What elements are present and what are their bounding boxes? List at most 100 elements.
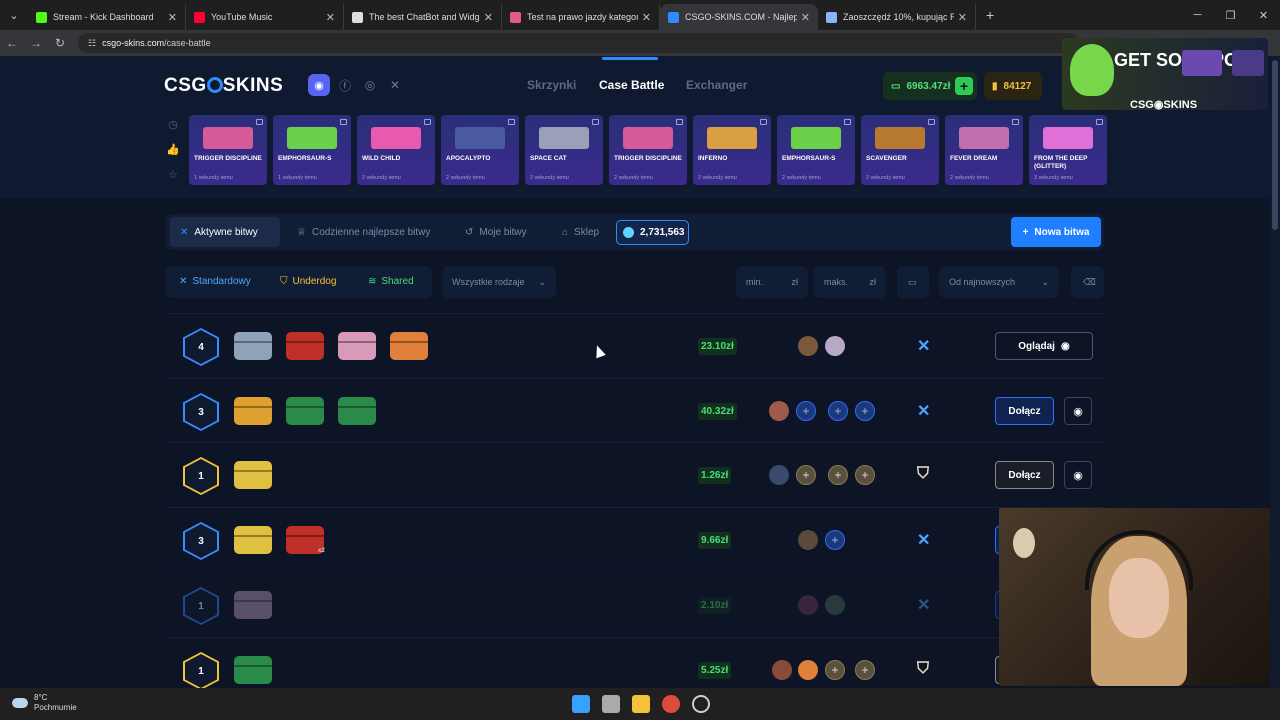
tab-shop[interactable]: ⌂ Sklep [562,221,599,243]
star-icon[interactable]: ☆ [168,168,178,181]
battle-row[interactable]: 3x29.66zł+✕Dołącz◉ [166,507,1104,571]
battle-row[interactable]: 3 40.32zł + + + ✕ Dołącz ◉ [166,378,1104,442]
mode-shared[interactable]: ≋ Shared [368,276,414,287]
mode-standard[interactable]: ✕ Standardowy [179,276,251,287]
browser-tab[interactable]: Stream - Kick Dashboard ✕ [28,4,186,30]
close-tab-icon[interactable]: ✕ [484,11,493,24]
join-slot-icon[interactable]: + [828,401,848,421]
live-drop-card[interactable]: TRIGGER DISCIPLINE 2 sekundy temu [609,115,687,185]
close-tab-icon[interactable]: ✕ [326,11,335,24]
minimize-icon[interactable]: ─ [1181,9,1214,21]
live-drop-card[interactable]: FEVER DREAM 2 sekundy temu [945,115,1023,185]
sort-select[interactable]: Od najnowszych ⌄ [939,266,1059,298]
live-drop-card[interactable]: TRIGGER DISCIPLINE 1 sekundy temu [189,115,267,185]
close-tab-icon[interactable]: ✕ [168,11,177,24]
calendar-filter-button[interactable]: ▭ [897,266,929,298]
browser-tab[interactable]: Test na prawo jazdy kategorii B ✕ [502,4,660,30]
tab-my-battles[interactable]: ↺ Moje bitwy [465,221,527,243]
site-logo[interactable]: CSG SKINS [164,75,283,97]
player-avatar[interactable] [825,595,845,615]
battle-row[interactable]: 1 1.26zł + + + ⛉ Dołącz ◉ [166,442,1104,506]
facebook-icon[interactable]: ⓕ [338,74,352,96]
windows-start-icon[interactable] [572,695,590,713]
new-tab-button[interactable]: + [986,7,994,23]
watch-button[interactable]: Oglądaj ◉ [995,332,1093,360]
join-slot-icon[interactable]: + [855,401,875,421]
live-drop-card[interactable]: SCAVENGER 2 sekundy temu [861,115,939,185]
join-slot-icon[interactable]: + [796,401,816,421]
discord-icon[interactable]: ◉ [308,74,330,96]
player-avatar[interactable] [798,660,818,680]
case-type-select[interactable]: Wszystkie rodzaje ⌄ [442,266,556,298]
tab-search-icon[interactable]: ⌄ [0,0,28,30]
join-slot-icon[interactable]: + [855,660,875,680]
join-button[interactable]: Dołącz [995,397,1054,425]
url-field[interactable]: ☷ csgo-skins.com/case-battle [78,33,1078,53]
live-drop-card[interactable]: WILD CHILD 2 sekundy temu [357,115,435,185]
page-scrollbar[interactable] [1270,56,1280,688]
live-drop-card[interactable]: EMPHORSAUR-S 2 sekundy temu [777,115,855,185]
gem-balance[interactable]: 2,731,563 [616,220,689,245]
nav-case-battle[interactable]: Case Battle [599,78,664,92]
obs-icon[interactable] [692,695,710,713]
skin-name: TRIGGER DISCIPLINE [614,155,682,162]
reload-icon[interactable]: ↻ [48,36,72,50]
maximize-icon[interactable]: ❐ [1214,9,1247,22]
live-drop-card[interactable]: INFERNO 2 sekundy temu [693,115,771,185]
back-icon[interactable]: ← [0,36,24,50]
watch-icon-button[interactable]: ◉ [1064,461,1092,489]
close-window-icon[interactable]: ✕ [1247,9,1280,22]
browser-tab[interactable]: CSGO-SKINS.COM - Najlepsze ✕ [660,4,818,30]
chrome-icon[interactable] [662,695,680,713]
mode-underdog[interactable]: ⛉ Underdog [280,276,336,287]
nav-skrzynki[interactable]: Skrzynki [527,78,576,92]
max-price-input[interactable]: maks. zł [814,266,886,298]
weather-widget[interactable]: 8°C Pochmurnie [12,693,77,713]
browser-tab[interactable]: Zaoszczędź 10%, kupując RV Tr ✕ [818,4,976,30]
player-avatar[interactable] [769,401,789,421]
join-slot-icon[interactable]: + [855,465,875,485]
browser-tab[interactable]: The best ChatBot and Widg ✕ [344,4,502,30]
battle-row[interactable]: 4 23.10zł ✕ Oglądaj ◉ [166,313,1104,377]
live-drop-card[interactable]: EMPHORSAUR-S 1 sekundy temu [273,115,351,185]
balance-wallet[interactable]: ▭ 6963.47zł + [883,72,977,100]
join-slot-icon[interactable]: + [796,465,816,485]
player-avatar[interactable] [825,336,845,356]
browser-tab[interactable]: YouTube Music ✕ [186,4,344,30]
player-avatar[interactable] [769,465,789,485]
task-view-icon[interactable] [602,695,620,713]
player-avatar[interactable] [798,336,818,356]
instagram-icon[interactable]: ◎ [363,74,377,96]
live-drop-card[interactable]: SPACE CAT 2 sekundy temu [525,115,603,185]
file-explorer-icon[interactable] [632,695,650,713]
battle-row[interactable]: 12.10zł✕Dołącz◉ [166,572,1104,636]
close-tab-icon[interactable]: ✕ [958,11,967,24]
close-tab-icon[interactable]: ✕ [642,11,651,24]
x-twitter-icon[interactable]: ✕ [388,74,402,96]
deposit-plus-button[interactable]: + [955,77,973,95]
min-price-input[interactable]: min. zł [736,266,808,298]
player-avatar[interactable] [798,595,818,615]
clear-filters-button[interactable]: ⌫ [1071,266,1104,298]
forward-icon[interactable]: → [24,36,48,50]
join-button[interactable]: Dołącz [995,461,1054,489]
coins-balance[interactable]: ▮ 84127 [984,72,1042,100]
live-drop-card[interactable]: FROM THE DEEP (GLITTER) 3 sekundy temu [1029,115,1107,185]
new-battle-button[interactable]: + Nowa bitwa [1011,217,1101,247]
live-drop-card[interactable]: APOCALYPTO 2 sekundy temu [441,115,519,185]
player-avatar[interactable] [798,530,818,550]
nav-exchanger[interactable]: Exchanger [686,78,747,92]
clock-icon[interactable]: ◷ [168,118,178,131]
watch-icon-button[interactable]: ◉ [1064,397,1092,425]
tab-active-battles[interactable]: ✕ Aktywne bitwy [170,217,280,247]
join-slot-icon[interactable]: + [828,465,848,485]
select-value: Od najnowszych [949,277,1016,287]
close-tab-icon[interactable]: ✕ [801,11,810,24]
join-slot-icon[interactable]: + [825,660,845,680]
join-slot-icon[interactable]: + [825,530,845,550]
scrollbar-thumb[interactable] [1272,60,1278,230]
site-info-icon[interactable]: ☷ [88,38,96,49]
thumbs-up-icon[interactable]: 👍 [166,143,180,156]
tab-daily-best-battles[interactable]: ♕ Codzienne najlepsze bitwy [297,221,430,243]
player-avatar[interactable] [772,660,792,680]
